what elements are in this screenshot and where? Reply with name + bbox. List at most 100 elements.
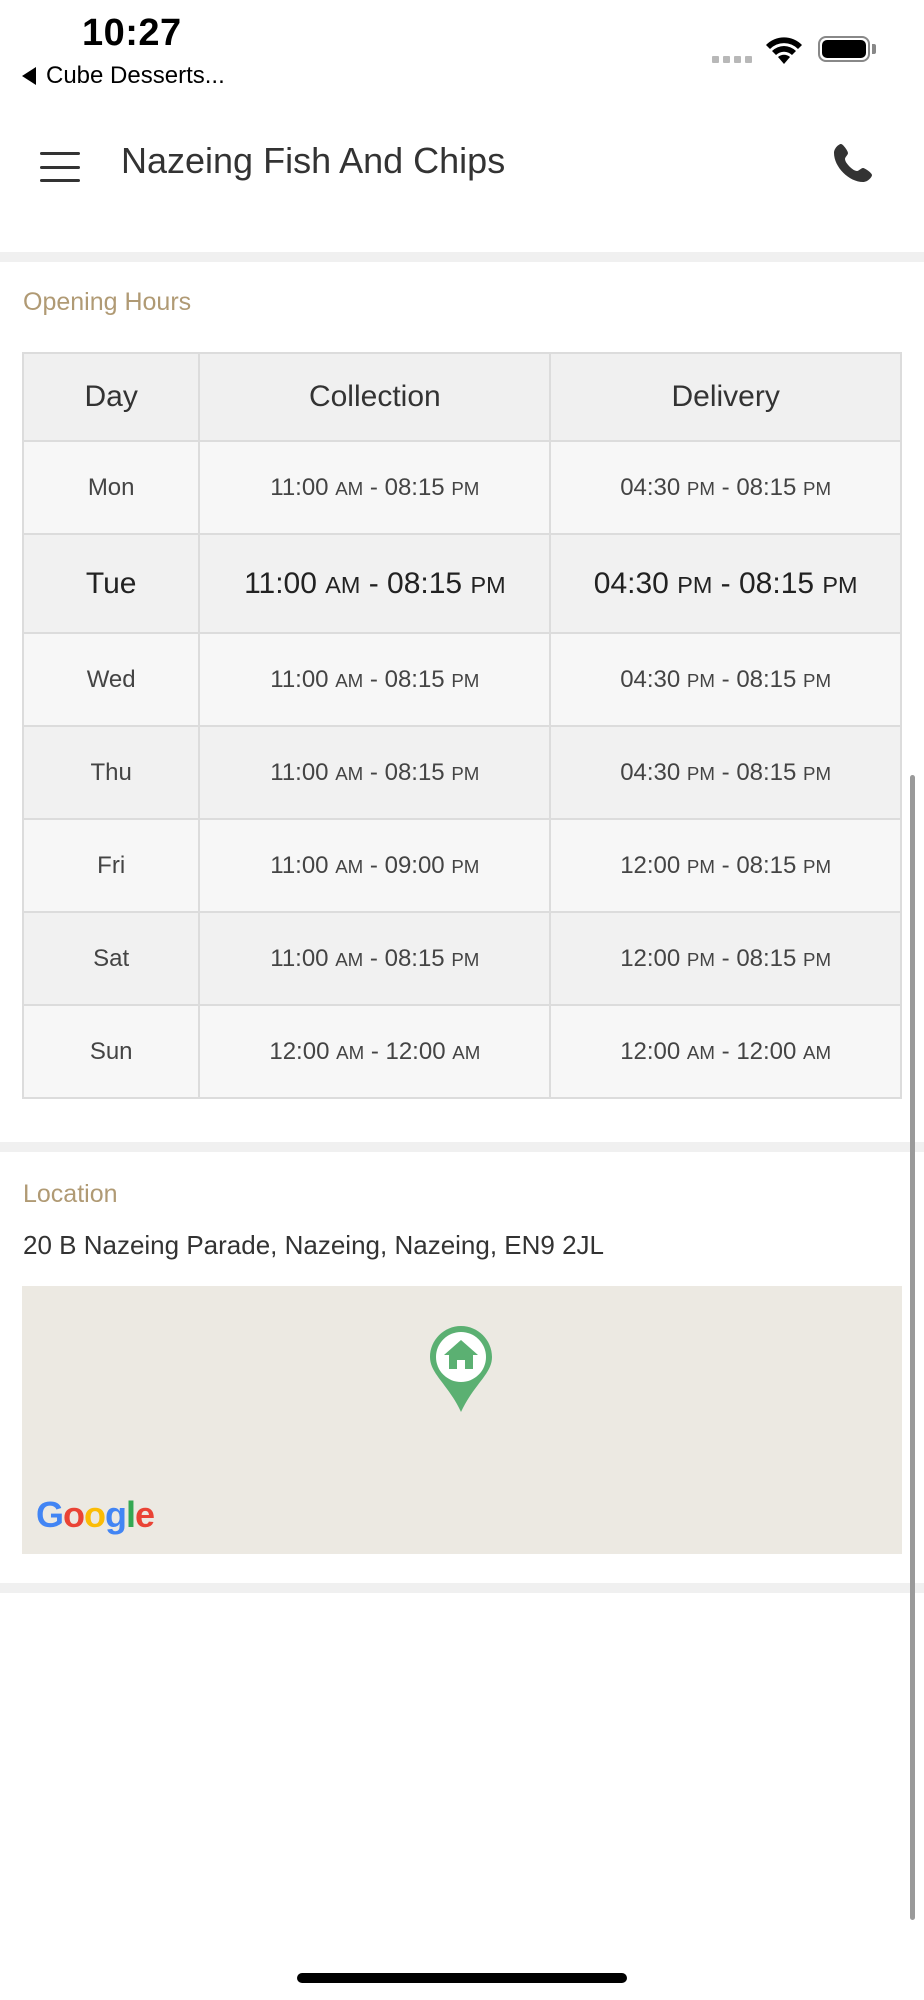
table-row: Sat 11:00 AM - 08:15 PM 12:00 PM - 08:15 P…: [21, 911, 902, 1006]
table-row: Mon 11:00 AM - 08:15 PM 04:30 PM - 08:15 P…: [21, 440, 902, 535]
time-range-separator: -: [714, 944, 737, 972]
status-bar: 10:27 Cube Desserts...: [0, 0, 924, 100]
google-attribution-logo: Google: [36, 1494, 155, 1535]
time-range-separator: -: [714, 473, 737, 501]
time-to-ampm: PM: [803, 855, 832, 877]
time-from-ampm: AM: [325, 571, 361, 598]
home-indicator[interactable]: [297, 1973, 627, 1983]
location-address: 20 B Nazeing Parade, Nazeing, Nazeing, E…: [23, 1230, 605, 1260]
back-app-label: Cube Desserts...: [46, 62, 225, 89]
time-range-separator: -: [714, 665, 737, 693]
delivery-hours-cell: 12:00 PM - 08:15 PM: [549, 911, 902, 1006]
hamburger-menu-icon[interactable]: [40, 152, 80, 182]
opening-hours-label: Opening Hours: [23, 288, 192, 316]
table-row: Wed 11:00 AM - 08:15 PM 04:30 PM - 08:15 P…: [21, 632, 902, 727]
time-from: 04:30: [620, 665, 681, 693]
back-to-app-link[interactable]: Cube Desserts...: [22, 62, 225, 90]
day-cell: Tue: [21, 533, 201, 634]
time-to-ampm: PM: [451, 855, 480, 877]
time-to-ampm: PM: [822, 571, 858, 598]
time-to: 08:15: [387, 566, 463, 600]
time-from: 12:00: [620, 851, 681, 879]
time-from-ampm: AM: [335, 855, 364, 877]
time-range-separator: -: [714, 1037, 737, 1065]
column-header-delivery: Delivery: [549, 352, 902, 442]
opening-hours-table: Day Collection Delivery Mon 11:00 AM - 08…: [21, 352, 902, 1099]
time-from: 11:00: [270, 944, 329, 972]
column-header-collection: Collection: [198, 352, 552, 442]
time-from: 12:00: [269, 1037, 330, 1065]
time-to-ampm: PM: [803, 762, 832, 784]
time-range-separator: -: [360, 566, 388, 600]
vertical-scrollbar[interactable]: [910, 775, 915, 1920]
time-to: 08:15: [384, 758, 445, 786]
time-from-ampm: AM: [336, 1041, 365, 1063]
time-to: 08:15: [736, 851, 797, 879]
day-cell: Sun: [21, 1004, 201, 1099]
time-from-ampm: PM: [686, 948, 715, 970]
battery-icon: [818, 36, 870, 62]
status-time: 10:27: [82, 12, 182, 54]
time-to: 12:00: [736, 1037, 797, 1065]
time-range-separator: -: [363, 944, 385, 972]
time-from-ampm: PM: [686, 477, 715, 499]
time-range-separator: -: [363, 473, 385, 501]
day-cell: Fri: [21, 818, 201, 913]
time-to-ampm: AM: [452, 1041, 481, 1063]
delivery-hours-cell: 04:30 PM - 08:15 PM: [549, 725, 902, 820]
section-divider: [0, 1142, 924, 1152]
time-from: 04:30: [593, 566, 669, 600]
collection-hours-cell: 11:00 AM - 08:15 PM: [198, 632, 552, 727]
time-from: 04:30: [620, 473, 681, 501]
collection-hours-cell: 11:00 AM - 08:15 PM: [198, 440, 552, 535]
time-to-ampm: PM: [451, 669, 480, 691]
day-cell: Sat: [21, 911, 201, 1006]
delivery-hours-cell: 04:30 PM - 08:15 PM: [549, 632, 902, 727]
collection-hours-cell: 12:00 AM - 12:00 AM: [198, 1004, 552, 1099]
time-from-ampm: PM: [686, 855, 715, 877]
time-to-ampm: PM: [803, 948, 832, 970]
back-triangle-icon: [22, 67, 36, 85]
time-from-ampm: PM: [677, 571, 713, 598]
time-from: 11:00: [270, 665, 329, 693]
time-range-separator: -: [364, 1037, 386, 1065]
wifi-icon: [766, 37, 802, 64]
time-to: 08:15: [384, 944, 445, 972]
time-from-ampm: AM: [335, 669, 364, 691]
collection-hours-cell: 11:00 AM - 09:00 PM: [198, 818, 552, 913]
time-from-ampm: AM: [686, 1041, 715, 1063]
time-from-ampm: AM: [335, 948, 364, 970]
home-map-pin-icon[interactable]: [426, 1322, 496, 1416]
time-to-ampm: AM: [803, 1041, 832, 1063]
time-from: 11:00: [244, 566, 317, 600]
section-divider: [0, 1583, 924, 1593]
time-from: 12:00: [620, 944, 681, 972]
app-header: Nazeing Fish And Chips: [0, 100, 924, 252]
table-row: Fri 11:00 AM - 09:00 PM 12:00 PM - 08:15 P…: [21, 818, 902, 913]
collection-hours-cell: 11:00 AM - 08:15 PM: [198, 533, 552, 634]
column-header-day: Day: [21, 352, 201, 442]
time-to: 08:15: [384, 665, 445, 693]
page-title: Nazeing Fish And Chips: [121, 140, 506, 181]
time-to: 08:15: [738, 566, 815, 600]
time-to: 12:00: [385, 1037, 446, 1065]
time-to-ampm: PM: [451, 948, 480, 970]
time-from-ampm: AM: [335, 477, 364, 499]
time-to-ampm: PM: [803, 669, 832, 691]
location-label: Location: [23, 1180, 118, 1208]
time-range-separator: -: [363, 851, 385, 879]
table-row: Tue 11:00 AM - 08:15 PM 04:30 PM - 08:15 P…: [21, 533, 902, 634]
time-to: 08:15: [384, 473, 445, 501]
location-map[interactable]: Google: [22, 1286, 902, 1554]
time-to: 08:15: [736, 944, 797, 972]
time-from: 11:00: [270, 758, 329, 786]
table-row: Sun 12:00 AM - 12:00 AM 12:00 AM - 12:00 A…: [21, 1004, 902, 1099]
time-to-ampm: PM: [803, 477, 832, 499]
time-from: 04:30: [620, 758, 681, 786]
delivery-hours-cell: 04:30 PM - 08:15 PM: [549, 533, 902, 634]
day-cell: Wed: [21, 632, 201, 727]
time-from-ampm: PM: [686, 669, 715, 691]
time-range-separator: -: [363, 758, 385, 786]
phone-icon[interactable]: [828, 140, 876, 188]
collection-hours-cell: 11:00 AM - 08:15 PM: [198, 725, 552, 820]
